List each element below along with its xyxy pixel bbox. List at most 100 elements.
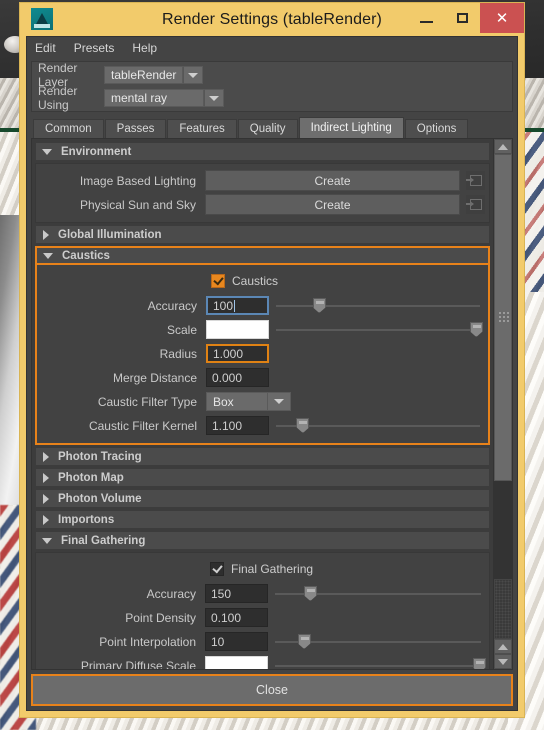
caustics-enable-row: Caustics: [41, 271, 484, 291]
menu-presets[interactable]: Presets: [74, 41, 115, 55]
caustics-merge-distance-input[interactable]: 0.000: [206, 368, 269, 387]
section-body-caustics: Caustics Accuracy 100 Scale Radius 1.000…: [35, 265, 490, 445]
caustics-checkbox-label: Caustics: [232, 274, 279, 288]
row-physical-sun-sky: Physical Sun and Sky Create: [40, 194, 485, 215]
fg-point-density-input[interactable]: 0.100: [205, 608, 268, 627]
menu-help[interactable]: Help: [132, 41, 157, 55]
label-image-based-lighting: Image Based Lighting: [79, 173, 196, 188]
label-caustic-filter-kernel: Caustic Filter Kernel: [88, 418, 197, 433]
scroll-down-button[interactable]: [494, 654, 512, 669]
ibl-map-link-icon[interactable]: [465, 171, 485, 190]
row-fg-point-interpolation: Point Interpolation 10: [40, 631, 485, 652]
tab-options[interactable]: Options: [404, 119, 469, 138]
scrollbar-thumb[interactable]: [494, 154, 512, 482]
section-body-environment: Image Based Lighting Create Physical Sun…: [35, 163, 490, 223]
fg-point-interpolation-input[interactable]: 10: [205, 632, 268, 651]
grip-dots-icon: [497, 311, 509, 325]
label-fg-primary-diffuse-scale: Primary Diffuse Scale: [80, 658, 196, 670]
create-sun-sky-button[interactable]: Create: [205, 194, 460, 215]
maya-app-icon: [31, 8, 53, 30]
expand-arrow-right-icon: [43, 229, 49, 240]
row-caustics-merge-distance: Merge Distance 0.000: [41, 367, 484, 388]
section-header-caustics[interactable]: Caustics: [35, 246, 490, 265]
render-setup-panel: Render Layer tableRender Render Using me…: [31, 61, 513, 112]
window-body: Edit Presets Help Render Layer tableRend…: [26, 36, 518, 711]
vertical-scrollbar[interactable]: [493, 139, 512, 669]
expand-arrow-right-icon: [43, 472, 49, 483]
section-header-importons[interactable]: Importons: [35, 510, 490, 529]
row-caustic-filter-type: Caustic Filter Type Box: [41, 391, 484, 412]
render-using-row: Render Using mental ray: [38, 84, 506, 112]
scroll-up-button-secondary[interactable]: [494, 639, 512, 654]
section-header-final-gathering[interactable]: Final Gathering: [35, 531, 490, 550]
section-body-final-gathering: Final Gathering Accuracy 150 Point Densi…: [35, 552, 490, 669]
fg-accuracy-input[interactable]: 150: [205, 584, 268, 603]
fg-primary-diffuse-slider[interactable]: [275, 656, 486, 669]
section-header-global-illumination[interactable]: Global Illumination: [35, 225, 490, 244]
arrow-up-icon: [498, 643, 508, 650]
menu-edit[interactable]: Edit: [35, 41, 56, 55]
caustics-scale-color-swatch[interactable]: [206, 320, 269, 339]
window-controls: ✕: [408, 3, 524, 33]
scrollbar-bottom: [494, 579, 512, 669]
close-button[interactable]: Close: [31, 674, 513, 706]
caustic-filter-kernel-input[interactable]: 1.100: [206, 416, 269, 435]
section-header-environment[interactable]: Environment: [35, 142, 490, 161]
render-layer-dropdown-value[interactable]: tableRender: [104, 66, 184, 84]
expand-arrow-right-icon: [43, 514, 49, 525]
scroll-up-button[interactable]: [494, 139, 512, 154]
collapse-arrow-down-icon: [42, 537, 52, 544]
text-cursor: [234, 299, 236, 312]
collapse-arrow-down-icon: [43, 252, 53, 259]
scrollbar-track[interactable]: [494, 154, 512, 579]
tab-bar: Common Passes Features Quality Indirect …: [27, 117, 517, 138]
fg-primary-diffuse-color-swatch[interactable]: [205, 656, 268, 669]
section-header-photon-tracing[interactable]: Photon Tracing: [35, 447, 490, 466]
render-using-dropdown-value[interactable]: mental ray: [104, 89, 204, 107]
label-fg-point-interpolation: Point Interpolation: [99, 634, 196, 649]
minimize-button[interactable]: [408, 3, 444, 33]
label-fg-accuracy: Accuracy: [146, 586, 196, 601]
label-caustics-merge-distance: Merge Distance: [112, 370, 197, 385]
fg-point-interpolation-slider[interactable]: [275, 632, 481, 651]
arrow-down-icon: [498, 658, 508, 665]
create-ibl-button[interactable]: Create: [205, 170, 460, 191]
tab-features[interactable]: Features: [167, 119, 237, 138]
sun-sky-map-link-icon[interactable]: [465, 195, 485, 214]
caustics-scale-slider[interactable]: [276, 320, 483, 339]
tab-common[interactable]: Common: [33, 119, 104, 138]
section-header-photon-volume[interactable]: Photon Volume: [35, 489, 490, 508]
title-bar: Render Settings (tableRender) ✕: [20, 3, 524, 36]
section-title-caustics: Caustics: [62, 249, 110, 262]
section-title-environment: Environment: [61, 145, 132, 158]
label-caustics-radius: Radius: [159, 346, 197, 361]
caustics-checkbox[interactable]: [211, 274, 225, 288]
expand-arrow-right-icon: [43, 451, 49, 462]
scrollbar-textured-pad: [494, 579, 512, 639]
row-fg-primary-diffuse-scale: Primary Diffuse Scale: [40, 655, 486, 670]
tab-indirect-lighting[interactable]: Indirect Lighting: [298, 117, 404, 138]
maximize-button[interactable]: [444, 3, 480, 33]
fg-accuracy-slider[interactable]: [275, 584, 481, 603]
render-layer-chevron-down-icon[interactable]: [183, 66, 204, 84]
caustic-filter-type-chevron-down-icon[interactable]: [268, 392, 291, 411]
render-layer-row: Render Layer tableRender: [38, 61, 506, 89]
caustic-filter-type-dropdown[interactable]: Box: [206, 392, 291, 411]
close-window-button[interactable]: ✕: [480, 3, 524, 33]
menu-bar: Edit Presets Help: [27, 37, 517, 59]
caustics-accuracy-input[interactable]: 100: [206, 296, 269, 315]
label-caustics-accuracy: Accuracy: [147, 298, 197, 313]
caustics-radius-input[interactable]: 1.000: [206, 344, 269, 363]
render-settings-window: Render Settings (tableRender) ✕ Edit Pre…: [19, 2, 525, 718]
section-title-photon-volume: Photon Volume: [58, 492, 142, 505]
section-header-photon-map[interactable]: Photon Map: [35, 468, 490, 487]
caustic-filter-kernel-slider[interactable]: [276, 416, 480, 435]
section-title-photon-tracing: Photon Tracing: [58, 450, 142, 463]
final-gathering-checkbox[interactable]: [210, 562, 224, 576]
render-using-chevron-down-icon[interactable]: [204, 89, 224, 107]
tab-passes[interactable]: Passes: [104, 119, 167, 138]
collapse-arrow-down-icon: [42, 148, 52, 155]
tab-quality[interactable]: Quality: [237, 119, 298, 138]
caustics-accuracy-slider[interactable]: [276, 296, 480, 315]
row-image-based-lighting: Image Based Lighting Create: [40, 170, 485, 191]
